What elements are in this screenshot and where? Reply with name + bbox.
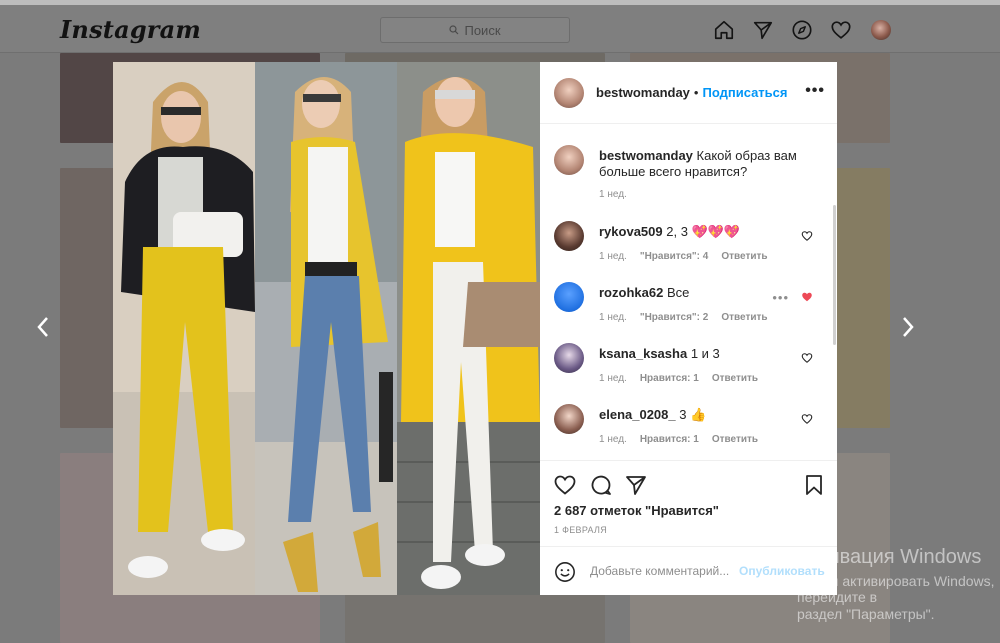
- share-icon[interactable]: [624, 473, 648, 497]
- post-header: bestwomanday • Подписаться •••: [540, 62, 837, 124]
- author-username[interactable]: bestwomanday: [596, 85, 690, 100]
- comment-item: rykova509 2, 3 💖💖💖 1 нед. "Нравится": 4 …: [554, 221, 829, 271]
- comment-input[interactable]: Добавьте комментарий...: [590, 564, 729, 578]
- caption-time: 1 нед.: [599, 189, 627, 200]
- comment-time: 1 нед.: [599, 434, 627, 445]
- caption-username[interactable]: bestwomanday: [599, 148, 693, 163]
- reply-button[interactable]: Ответить: [721, 251, 767, 262]
- comment-text: 3 👍: [679, 407, 707, 422]
- top-navigation-bar: Instagram Поиск: [0, 5, 1000, 53]
- comment-likes[interactable]: Нравится: 1: [640, 434, 699, 445]
- likes-count[interactable]: 2 687 отметок "Нравится": [554, 503, 719, 518]
- explore-icon[interactable]: [790, 18, 814, 42]
- comment-item: elena_0208_ 3 👍 1 нед. Нравится: 1 Ответ…: [554, 404, 829, 454]
- activation-line1: Чтобы активировать Windows, перейдите в: [797, 573, 995, 605]
- comment-text: 1 и 3: [690, 346, 720, 361]
- commenter-avatar[interactable]: [554, 404, 584, 434]
- profile-avatar[interactable]: [871, 20, 891, 40]
- next-post-arrow[interactable]: [893, 312, 923, 342]
- like-heart-icon[interactable]: [553, 473, 577, 497]
- comment-item: ksana_ksasha 1 и 3 1 нед. Нравится: 1 От…: [554, 343, 829, 393]
- comment-time: 1 нед.: [599, 312, 627, 323]
- activity-heart-icon[interactable]: [829, 18, 853, 42]
- like-comment-heart-icon[interactable]: [801, 351, 813, 363]
- comment-text: 2, 3 💖💖💖: [666, 224, 741, 239]
- instagram-logo[interactable]: Instagram: [60, 15, 201, 44]
- header-separator: •: [693, 85, 699, 100]
- comment-bubble-icon[interactable]: [589, 473, 613, 497]
- comment-username[interactable]: elena_0208_: [599, 407, 676, 422]
- commenter-avatar[interactable]: [554, 282, 584, 312]
- like-comment-heart-icon[interactable]: [801, 412, 813, 424]
- post-caption: bestwomanday Какой образ вам больше всег…: [554, 145, 829, 205]
- reply-button[interactable]: Ответить: [712, 434, 758, 445]
- comments-list[interactable]: bestwomanday Какой образ вам больше всег…: [540, 125, 837, 460]
- like-comment-heart-icon[interactable]: [801, 229, 813, 241]
- post-details-panel: bestwomanday • Подписаться ••• bestwoman…: [540, 62, 837, 595]
- comment-options-icon[interactable]: •••: [772, 290, 789, 305]
- save-bookmark-icon[interactable]: [802, 473, 826, 497]
- author-avatar[interactable]: [554, 77, 584, 108]
- follow-button[interactable]: Подписаться: [702, 85, 787, 100]
- more-options-icon[interactable]: •••: [805, 83, 825, 99]
- direct-icon[interactable]: [751, 18, 775, 42]
- comment-text: Все: [666, 285, 690, 300]
- comments-scrollbar[interactable]: [833, 205, 836, 345]
- reply-button[interactable]: Ответить: [721, 312, 767, 323]
- comment-time: 1 нед.: [599, 373, 627, 384]
- post-image: [113, 62, 540, 595]
- comment-time: 1 нед.: [599, 251, 627, 262]
- activation-title: Активация Windows: [797, 546, 982, 568]
- commenter-avatar[interactable]: [554, 221, 584, 251]
- reply-button[interactable]: Ответить: [712, 373, 758, 384]
- search-icon: [449, 23, 459, 38]
- home-icon[interactable]: [712, 18, 736, 42]
- comment-likes[interactable]: Нравится: 1: [640, 373, 699, 384]
- activation-line2: раздел "Параметры".: [797, 606, 935, 622]
- comment-username[interactable]: rykova509: [599, 224, 663, 239]
- caption-author-avatar[interactable]: [554, 145, 584, 175]
- post-date: 1 ФЕВРАЛЯ: [554, 525, 608, 535]
- windows-activation-watermark: Активация Windows Чтобы активировать Win…: [797, 546, 1000, 622]
- comment-item: rozohka62 Все 1 нед. "Нравится": 2 Ответ…: [554, 282, 829, 332]
- commenter-avatar[interactable]: [554, 343, 584, 373]
- add-comment-bar: Добавьте комментарий... Опубликовать: [540, 546, 837, 595]
- emoji-icon[interactable]: [554, 561, 576, 583]
- comment-username[interactable]: ksana_ksasha: [599, 346, 687, 361]
- search-input[interactable]: Поиск: [380, 17, 570, 43]
- previous-post-arrow[interactable]: [28, 312, 58, 342]
- comment-likes[interactable]: "Нравится": 2: [640, 312, 709, 323]
- liked-comment-heart-icon[interactable]: [801, 290, 813, 302]
- comment-username[interactable]: rozohka62: [599, 285, 663, 300]
- comment-likes[interactable]: "Нравится": 4: [640, 251, 709, 262]
- search-placeholder: Поиск: [464, 22, 501, 38]
